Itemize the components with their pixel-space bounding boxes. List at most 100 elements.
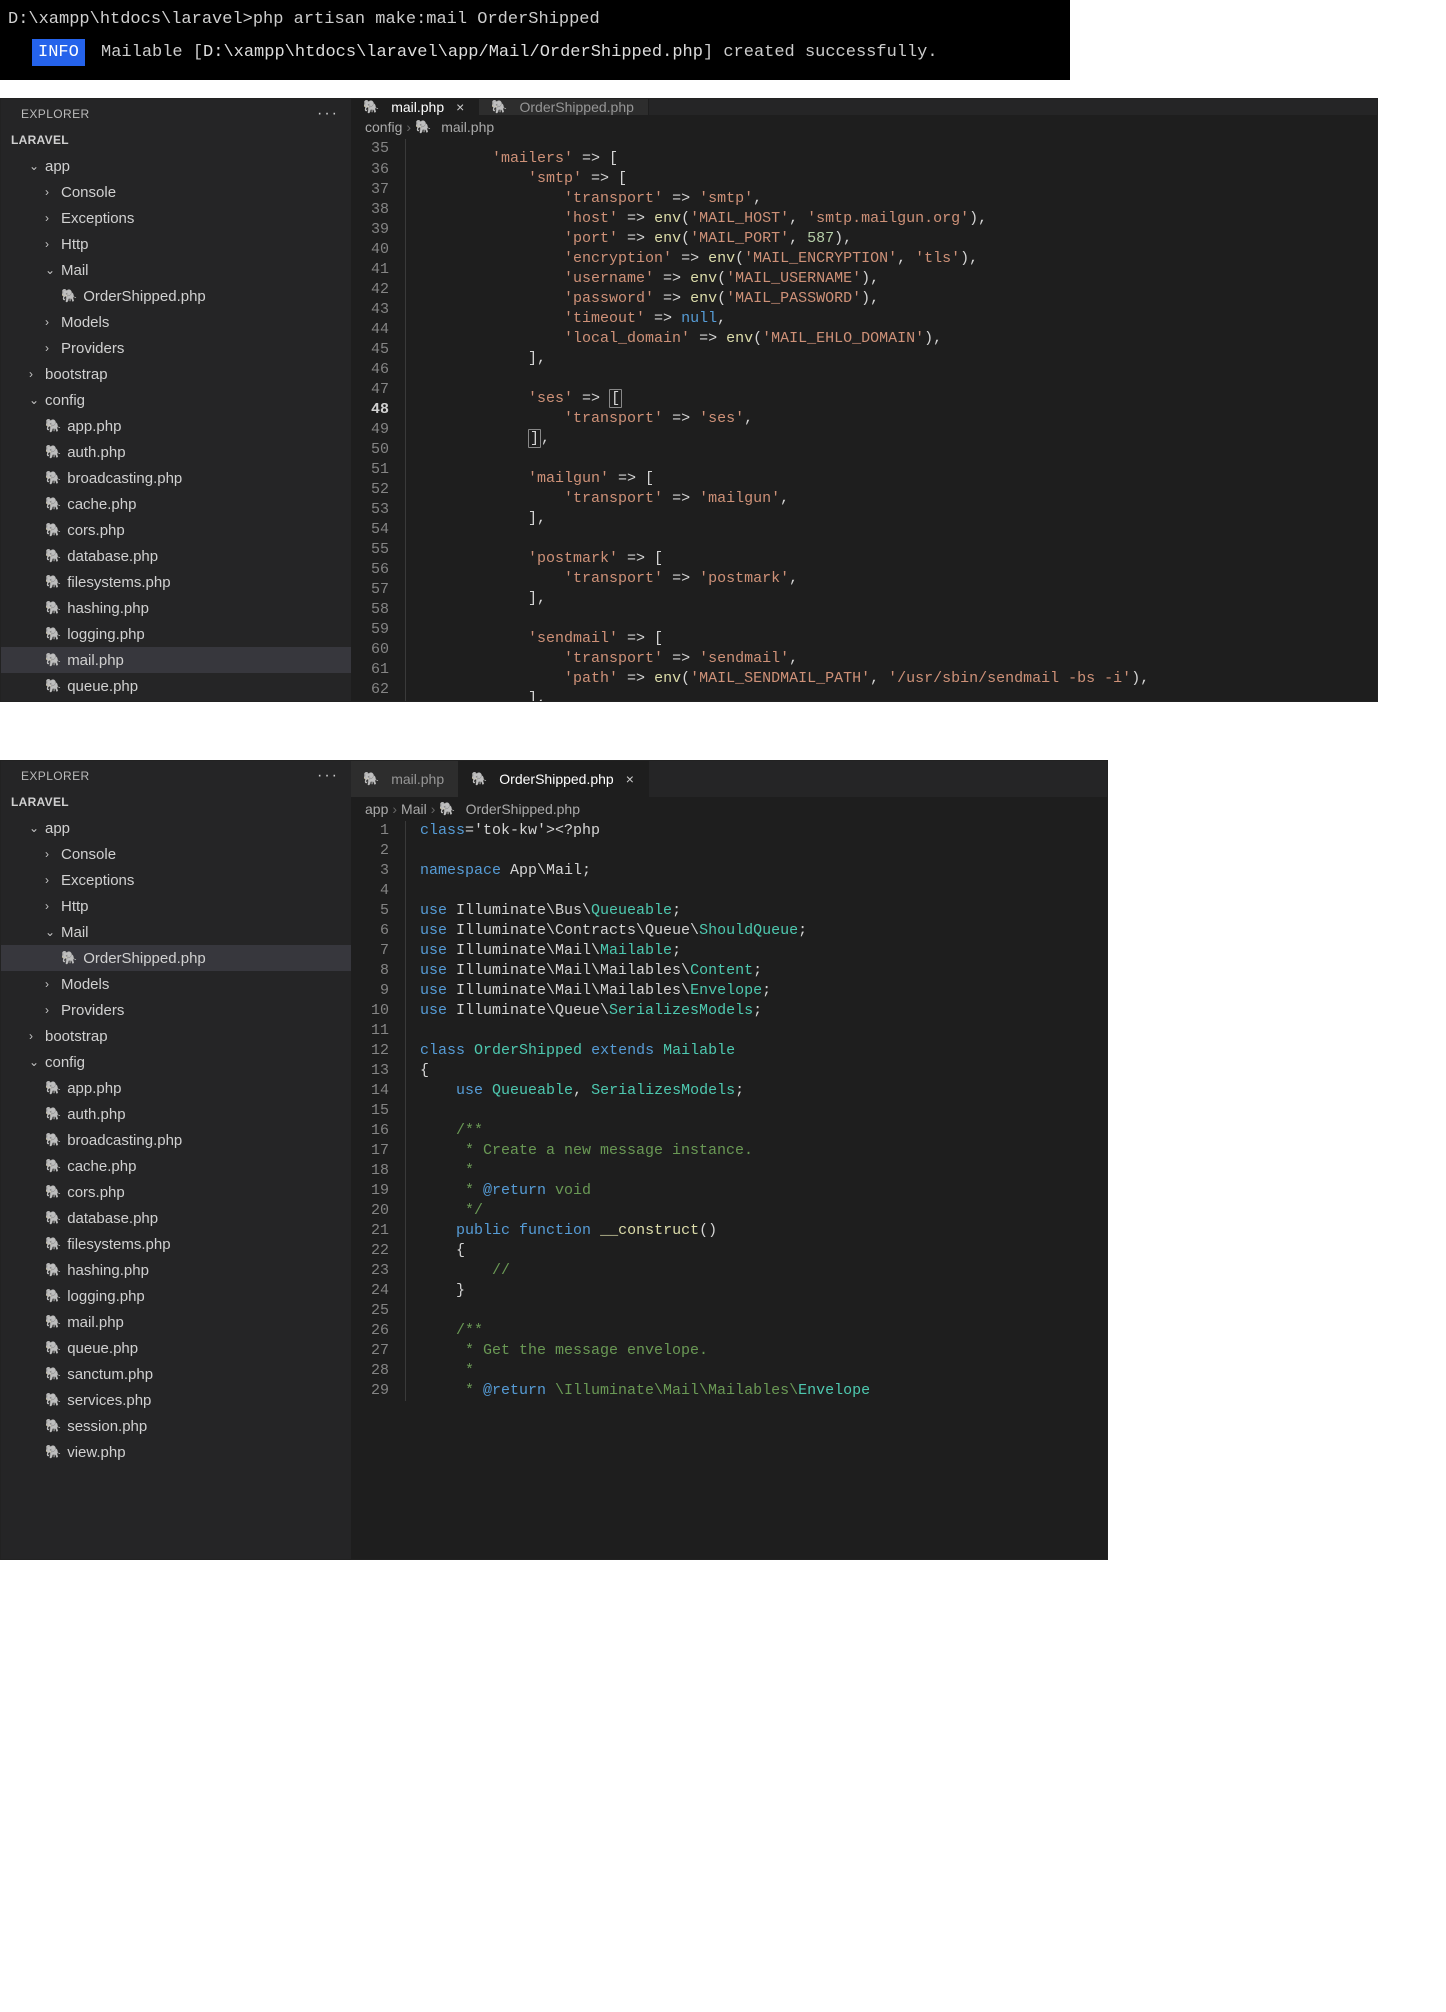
sidebar: EXPLORER ··· LARAVEL app Console Excepti… xyxy=(1,99,351,701)
chevron-right-icon: › xyxy=(406,119,411,135)
vscode-window-1: EXPLORER ··· LARAVEL app Console Excepti… xyxy=(0,98,1378,702)
file-sanctum-php[interactable]: 🐘sanctum.php xyxy=(1,699,351,701)
file-cache-php[interactable]: 🐘cache.php xyxy=(1,491,351,517)
more-icon[interactable]: ··· xyxy=(317,767,339,785)
line-gutter: 3536373839404142434445464748495051525354… xyxy=(351,139,405,701)
php-icon: 🐘 xyxy=(45,522,61,538)
file-hashing-php[interactable]: 🐘hashing.php xyxy=(1,1257,351,1283)
file-cors-php[interactable]: 🐘cors.php xyxy=(1,1179,351,1205)
code-content[interactable]: class='tok-kw'><?phpnamespace App\Mail;u… xyxy=(405,821,1107,1401)
code-content[interactable]: 'mailers' => [ 'smtp' => [ 'transport' =… xyxy=(405,139,1377,701)
file-app-php[interactable]: 🐘app.php xyxy=(1,413,351,439)
tab-mail[interactable]: 🐘 mail.php × xyxy=(351,99,479,115)
php-icon: 🐘 xyxy=(45,1340,61,1356)
php-icon: 🐘 xyxy=(45,1262,61,1278)
file-ordershipped[interactable]: 🐘OrderShipped.php xyxy=(1,283,351,309)
close-icon[interactable]: × xyxy=(456,99,464,115)
breadcrumb[interactable]: config › 🐘 mail.php xyxy=(351,115,1377,139)
chevron-right-icon xyxy=(45,237,61,251)
file-sanctum-php[interactable]: 🐘sanctum.php xyxy=(1,1361,351,1387)
folder-console[interactable]: Console xyxy=(1,179,351,205)
chevron-right-icon: › xyxy=(431,801,436,817)
php-icon: 🐘 xyxy=(45,574,61,590)
file-logging-php[interactable]: 🐘logging.php xyxy=(1,621,351,647)
terminal-msg-path: D:\xampp\htdocs\laravel\app/Mail/OrderSh… xyxy=(203,43,703,62)
file-database-php[interactable]: 🐘database.php xyxy=(1,1205,351,1231)
folder-app[interactable]: app xyxy=(1,153,351,179)
chevron-right-icon xyxy=(45,977,61,991)
code-editor[interactable]: 3536373839404142434445464748495051525354… xyxy=(351,139,1377,701)
terminal-command: php artisan make:mail OrderShipped xyxy=(253,10,600,29)
folder-http[interactable]: Http xyxy=(1,231,351,257)
folder-config[interactable]: config xyxy=(1,387,351,413)
chevron-right-icon xyxy=(45,873,61,887)
php-icon: 🐘 xyxy=(45,470,61,486)
file-auth-php[interactable]: 🐘auth.php xyxy=(1,439,351,465)
more-icon[interactable]: ··· xyxy=(317,105,339,123)
line-gutter: 1234567891011121314151617181920212223242… xyxy=(351,821,405,1401)
chevron-right-icon xyxy=(29,367,45,381)
file-queue-php[interactable]: 🐘queue.php xyxy=(1,673,351,699)
file-cors-php[interactable]: 🐘cors.php xyxy=(1,517,351,543)
php-icon: 🐘 xyxy=(45,1314,61,1330)
php-icon: 🐘 xyxy=(471,771,487,787)
folder-providers[interactable]: Providers xyxy=(1,335,351,361)
editor-area: 🐘 mail.php 🐘 OrderShipped.php × app › Ma… xyxy=(351,761,1107,1559)
folder-http[interactable]: Http xyxy=(1,893,351,919)
php-icon: 🐘 xyxy=(45,496,61,512)
file-app-php[interactable]: 🐘app.php xyxy=(1,1075,351,1101)
php-icon: 🐘 xyxy=(45,1236,61,1252)
file-logging-php[interactable]: 🐘logging.php xyxy=(1,1283,351,1309)
folder-models[interactable]: Models xyxy=(1,971,351,997)
breadcrumb[interactable]: app › Mail › 🐘 OrderShipped.php xyxy=(351,797,1107,821)
tab-ordershipped[interactable]: 🐘 OrderShipped.php xyxy=(479,99,649,115)
php-icon: 🐘 xyxy=(491,99,507,115)
folder-config[interactable]: config xyxy=(1,1049,351,1075)
file-ordershipped[interactable]: 🐘OrderShipped.php xyxy=(1,945,351,971)
file-auth-php[interactable]: 🐘auth.php xyxy=(1,1101,351,1127)
file-services-php[interactable]: 🐘services.php xyxy=(1,1387,351,1413)
php-icon: 🐘 xyxy=(45,444,61,460)
project-name[interactable]: LARAVEL xyxy=(1,129,351,151)
editor-tabs: 🐘 mail.php × 🐘 OrderShipped.php xyxy=(351,99,1377,115)
file-broadcasting-php[interactable]: 🐘broadcasting.php xyxy=(1,465,351,491)
folder-app[interactable]: app xyxy=(1,815,351,841)
code-editor[interactable]: 1234567891011121314151617181920212223242… xyxy=(351,821,1107,1401)
file-filesystems-php[interactable]: 🐘filesystems.php xyxy=(1,569,351,595)
php-icon: 🐘 xyxy=(45,652,61,668)
file-database-php[interactable]: 🐘database.php xyxy=(1,543,351,569)
php-icon: 🐘 xyxy=(45,1132,61,1148)
php-icon: 🐘 xyxy=(45,626,61,642)
folder-mail[interactable]: Mail xyxy=(1,919,351,945)
php-icon: 🐘 xyxy=(363,99,379,115)
folder-models[interactable]: Models xyxy=(1,309,351,335)
folder-exceptions[interactable]: Exceptions xyxy=(1,205,351,231)
close-icon[interactable]: × xyxy=(626,771,634,787)
file-hashing-php[interactable]: 🐘hashing.php xyxy=(1,595,351,621)
folder-console[interactable]: Console xyxy=(1,841,351,867)
file-cache-php[interactable]: 🐘cache.php xyxy=(1,1153,351,1179)
folder-exceptions[interactable]: Exceptions xyxy=(1,867,351,893)
file-mail-php[interactable]: 🐘mail.php xyxy=(1,1309,351,1335)
folder-providers[interactable]: Providers xyxy=(1,997,351,1023)
file-mail-php[interactable]: 🐘mail.php xyxy=(1,647,351,673)
chevron-down-icon xyxy=(29,821,45,835)
php-icon: 🐘 xyxy=(45,1184,61,1200)
chevron-down-icon xyxy=(29,1055,45,1069)
file-view-php[interactable]: 🐘view.php xyxy=(1,1439,351,1465)
tab-ordershipped[interactable]: 🐘 OrderShipped.php × xyxy=(459,761,649,797)
file-session-php[interactable]: 🐘session.php xyxy=(1,1413,351,1439)
folder-bootstrap[interactable]: bootstrap xyxy=(1,361,351,387)
php-icon: 🐘 xyxy=(45,678,61,694)
php-icon: 🐘 xyxy=(45,1288,61,1304)
project-name[interactable]: LARAVEL xyxy=(1,791,351,813)
file-filesystems-php[interactable]: 🐘filesystems.php xyxy=(1,1231,351,1257)
file-tree: app Console Exceptions Http Mail 🐘OrderS… xyxy=(1,151,351,701)
php-icon: 🐘 xyxy=(45,1080,61,1096)
php-icon: 🐘 xyxy=(45,1366,61,1382)
folder-mail[interactable]: Mail xyxy=(1,257,351,283)
file-queue-php[interactable]: 🐘queue.php xyxy=(1,1335,351,1361)
tab-mail[interactable]: 🐘 mail.php xyxy=(351,761,459,797)
folder-bootstrap[interactable]: bootstrap xyxy=(1,1023,351,1049)
file-broadcasting-php[interactable]: 🐘broadcasting.php xyxy=(1,1127,351,1153)
